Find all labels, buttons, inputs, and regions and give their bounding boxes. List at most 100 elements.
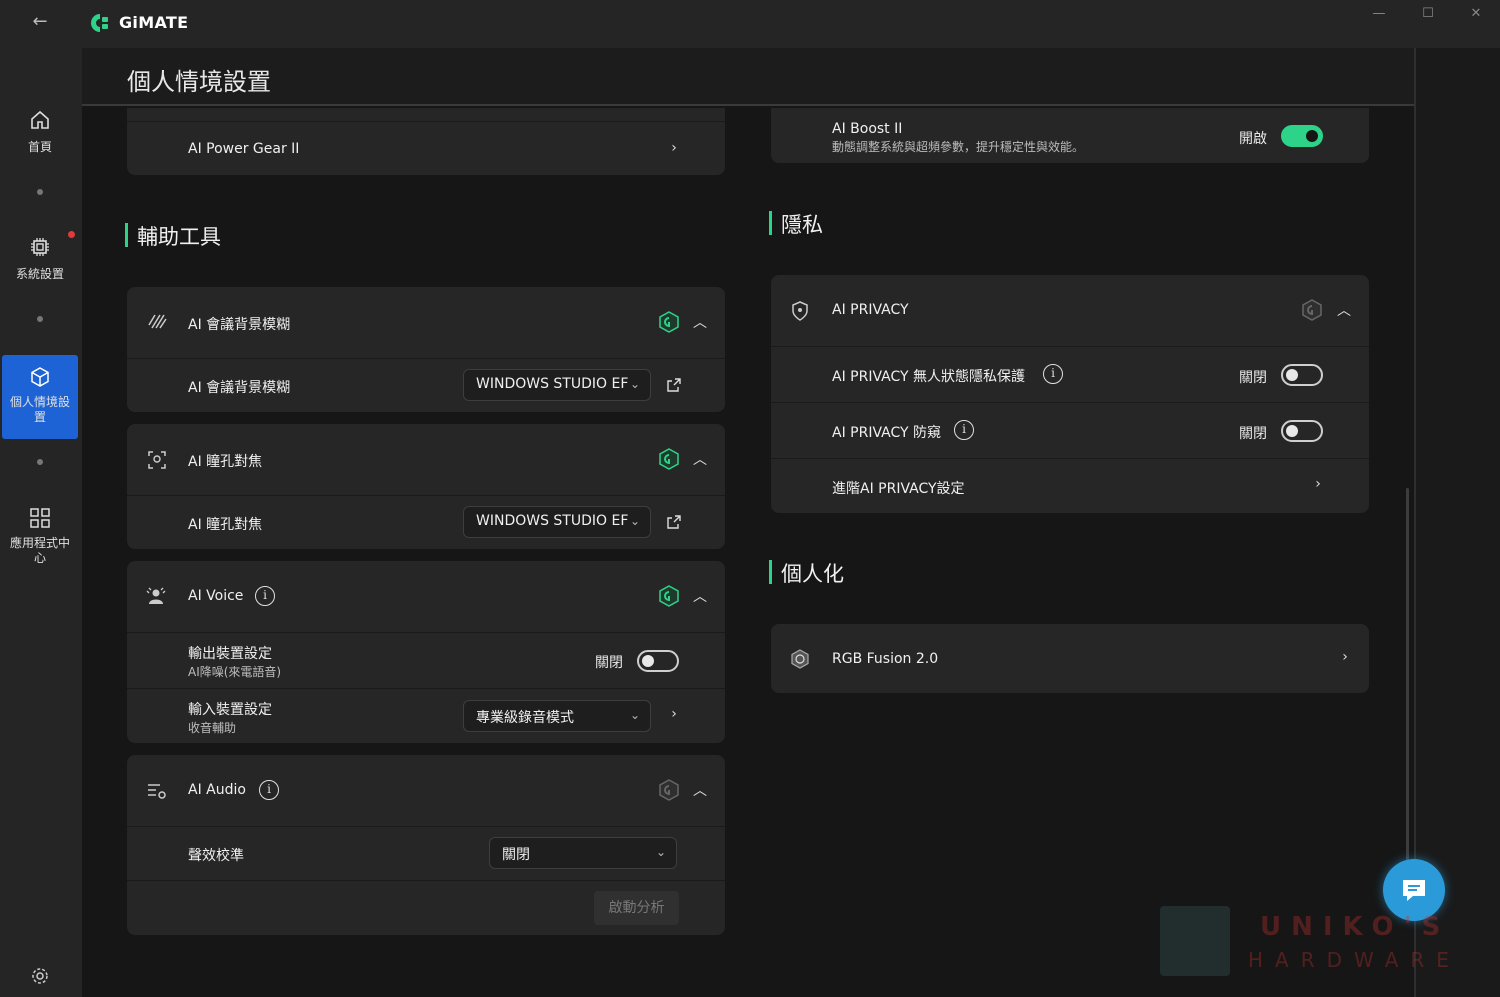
output-noise-toggle[interactable] <box>637 650 679 672</box>
ai-voice-card: AI Voice i ︿ 輸出裝置設定 AI降噪(來電語音) 關閉 輸入裝置設定… <box>127 561 725 743</box>
chevron-up-icon[interactable]: ︿ <box>1336 300 1352 320</box>
privacy-unattended-row: AI PRIVACY 無人狀態隱私保護 i 關閉 <box>771 347 1369 403</box>
bg-blur-header-row[interactable]: AI 會議背景模糊 ︿ <box>127 287 725 359</box>
privacy-advanced-row[interactable]: 進階AI PRIVACY設定 › <box>771 459 1369 513</box>
select-value: 專業級錄音模式 <box>476 710 574 726</box>
sound-calibration-label: 聲效校準 <box>188 848 244 864</box>
chevron-down-icon: ⌄ <box>629 708 640 722</box>
ai-boost-state: 開啟 <box>1239 131 1267 147</box>
home-icon <box>31 110 49 129</box>
section-title-personal: 個人化 <box>769 558 844 588</box>
maximize-icon[interactable]: ☐ <box>1413 4 1443 24</box>
bg-blur-card: AI 會議背景模糊 ︿ AI 會議背景模糊 WINDOWS STUDIO EF ⌄ <box>127 287 725 412</box>
gimate-logo-icon <box>91 14 108 32</box>
bg-blur-row-label: AI 會議背景模糊 <box>188 380 291 396</box>
rgb-fusion-icon <box>791 649 809 669</box>
bg-blur-select[interactable]: WINDOWS STUDIO EF ⌄ <box>463 369 651 401</box>
vertical-scrollbar[interactable] <box>1406 488 1409 908</box>
sound-calibration-select[interactable]: 關閉 ⌄ <box>489 837 677 869</box>
eye-focus-select[interactable]: WINDOWS STUDIO EF ⌄ <box>463 506 651 538</box>
chevron-right-icon[interactable]: › <box>666 140 682 156</box>
output-device-label: 輸出裝置設定 <box>188 646 272 662</box>
input-mode-select[interactable]: 專業級錄音模式 ⌄ <box>463 700 651 732</box>
ai-voice-title: AI Voice <box>188 588 244 604</box>
voice-person-icon <box>146 587 166 604</box>
sidebar-item-home[interactable]: 首頁 <box>2 108 78 168</box>
input-device-row: 輸入裝置設定 收音輔助 專業級錄音模式 ⌄ › <box>127 689 725 743</box>
gimate-hex-gray-icon <box>659 779 679 801</box>
info-icon[interactable]: i <box>259 780 279 800</box>
chevron-right-icon[interactable]: › <box>666 706 682 722</box>
external-link-icon[interactable] <box>666 514 682 530</box>
privacy-peek-toggle[interactable] <box>1281 420 1323 442</box>
ai-boost-label: AI Boost II <box>832 121 903 137</box>
gimate-hex-gray-icon <box>1302 299 1322 321</box>
gimate-hex-icon <box>659 585 679 607</box>
sidebar-item-label: 應用程式中心 <box>9 536 70 565</box>
section-title-privacy: 隱私 <box>769 209 823 239</box>
sidebar-item-label: 首頁 <box>27 140 52 154</box>
sidebar-separator-dot <box>37 316 43 322</box>
chevron-up-icon[interactable]: ︿ <box>692 586 708 606</box>
chevron-up-icon[interactable]: ︿ <box>692 312 708 332</box>
chevron-down-icon: ⌄ <box>629 514 640 528</box>
select-value: WINDOWS STUDIO EF <box>476 376 629 392</box>
privacy-unattended-label: AI PRIVACY 無人狀態隱私保護 <box>832 369 1025 385</box>
section-title-tools: 輔助工具 <box>125 221 221 251</box>
watermark: UNIKO'S HARDWARE <box>1160 906 1460 986</box>
sidebar-item-scenario[interactable]: 個人情境設置 <box>2 355 78 439</box>
analyze-row: 啟動分析 <box>127 881 725 935</box>
info-icon[interactable]: i <box>954 420 974 440</box>
rgb-fusion-label: RGB Fusion 2.0 <box>832 651 939 667</box>
sidebar-item-apps[interactable]: 應用程式中心 <box>2 506 78 576</box>
gimate-hex-icon <box>659 448 679 470</box>
bg-blur-row: AI 會議背景模糊 WINDOWS STUDIO EF ⌄ <box>127 359 725 412</box>
chevron-right-icon[interactable]: › <box>1337 649 1353 665</box>
minimize-icon[interactable]: — <box>1364 4 1394 24</box>
cube-icon <box>31 367 49 387</box>
info-icon[interactable]: i <box>255 586 275 606</box>
face-frame-icon <box>148 451 166 469</box>
info-icon[interactable]: i <box>1043 364 1063 384</box>
external-link-icon[interactable] <box>666 377 682 393</box>
sidebar-item-system[interactable]: 系統設置 <box>2 235 78 295</box>
bg-blur-title: AI 會議背景模糊 <box>188 317 291 333</box>
input-device-sub: 收音輔助 <box>188 721 237 735</box>
app-title: GiMATE <box>119 13 189 32</box>
sidebar-item-label: 系統設置 <box>15 267 64 281</box>
ai-privacy-header-row[interactable]: AI PRIVACY ︿ <box>771 275 1369 347</box>
gimate-hex-icon <box>659 311 679 333</box>
toggle-knob <box>642 655 654 667</box>
notification-badge <box>68 231 75 238</box>
power-gear-card[interactable]: AI Power Gear II › <box>127 108 725 175</box>
eye-focus-row: AI 瞳孔對焦 WINDOWS STUDIO EF ⌄ <box>127 496 725 549</box>
ai-boost-sub: 動態調整系統與超頻參數，提升穩定性與效能。 <box>832 140 1085 154</box>
back-arrow-icon[interactable]: ← <box>28 10 52 34</box>
settings-gear-icon[interactable] <box>30 966 50 986</box>
eye-focus-card: AI 瞳孔對焦 ︿ AI 瞳孔對焦 WINDOWS STUDIO EF ⌄ <box>127 424 725 549</box>
eye-focus-header-row[interactable]: AI 瞳孔對焦 ︿ <box>127 424 725 496</box>
toggle-knob <box>1306 130 1318 142</box>
ai-boost-toggle[interactable] <box>1281 125 1323 147</box>
select-value: 關閉 <box>502 847 530 863</box>
sidebar-item-label: 個人情境設置 <box>9 395 70 424</box>
chevron-up-icon[interactable]: ︿ <box>692 449 708 469</box>
privacy-peek-label: AI PRIVACY 防窺 <box>832 425 941 441</box>
page-header: 個人情境設置 <box>82 48 1414 106</box>
toggle-knob <box>1286 425 1298 437</box>
close-icon[interactable]: ✕ <box>1461 4 1491 24</box>
rgb-fusion-card[interactable]: RGB Fusion 2.0 › <box>771 624 1369 693</box>
watermark-line2: HARDWARE <box>1248 948 1461 972</box>
privacy-unattended-toggle[interactable] <box>1281 364 1323 386</box>
input-device-label: 輸入裝置設定 <box>188 702 272 718</box>
chevron-down-icon: ⌄ <box>655 845 666 859</box>
ai-boost-card: AI Boost II 動態調整系統與超頻參數，提升穩定性與效能。 開啟 <box>771 108 1369 163</box>
ai-voice-header-row[interactable]: AI Voice i ︿ <box>127 561 725 633</box>
blur-icon <box>148 314 167 329</box>
chevron-right-icon[interactable]: › <box>1310 476 1326 492</box>
ai-audio-header-row[interactable]: AI Audio i ︿ <box>127 755 725 827</box>
start-analysis-button[interactable]: 啟動分析 <box>594 891 679 925</box>
ai-audio-title: AI Audio <box>188 782 246 798</box>
chevron-up-icon[interactable]: ︿ <box>692 780 708 800</box>
equalizer-icon <box>148 784 166 799</box>
